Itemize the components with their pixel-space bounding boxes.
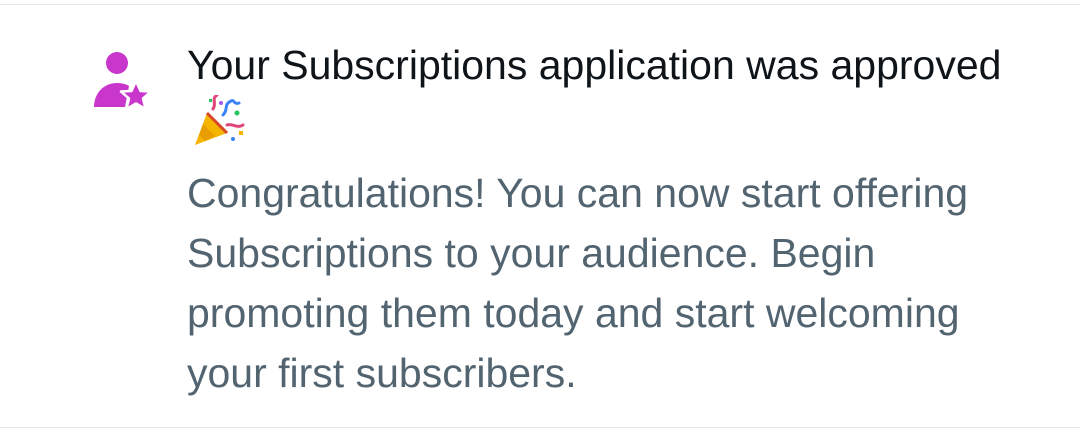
notification-item[interactable]: Your Subscriptions application was appro… [0, 5, 1080, 427]
notification-body: Congratulations! You can now start offer… [187, 170, 969, 396]
party-popper-icon [193, 93, 247, 163]
notification-title: Your Subscriptions application was appro… [187, 35, 1047, 163]
bottom-divider [0, 427, 1080, 428]
notification-title-text: Your Subscriptions application was appro… [187, 42, 1002, 88]
person-star-icon [92, 49, 154, 111]
notification-content: Your Subscriptions application was appro… [187, 35, 1047, 403]
